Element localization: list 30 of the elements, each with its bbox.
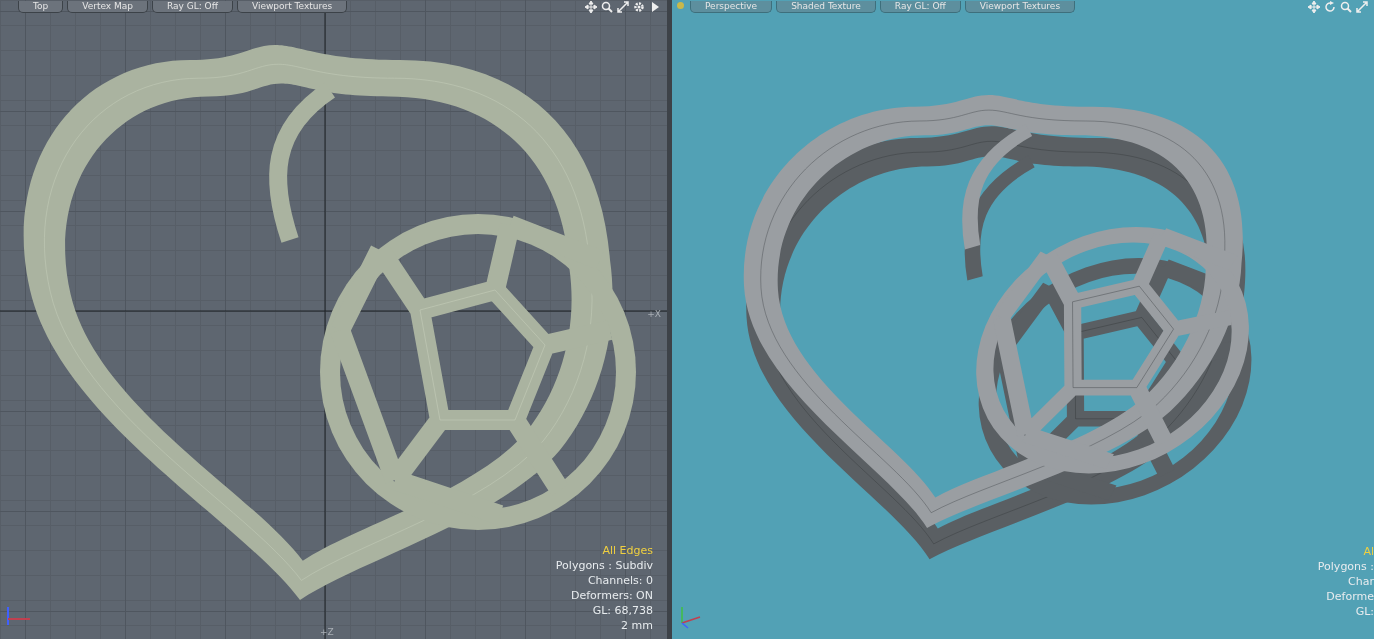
selection-mode-label: Al	[1363, 544, 1374, 559]
viewport-tab[interactable]: Top	[18, 0, 64, 13]
selection-mode-label: All Edges	[602, 543, 653, 558]
viewport-tab[interactable]: Vertex Map	[67, 0, 148, 13]
info-line: Char	[1348, 574, 1374, 589]
axis-label: +Z	[320, 627, 334, 637]
viewport-tab[interactable]: Shaded Texture	[776, 0, 876, 13]
viewport-tab[interactable]: Perspective	[690, 0, 773, 13]
move-icon[interactable]	[585, 0, 597, 13]
info-line: Deforme	[1326, 589, 1374, 604]
rotate-icon[interactable]	[1324, 0, 1336, 13]
play-icon[interactable]	[649, 0, 661, 13]
viewport-tab[interactable]: Ray GL: Off	[152, 0, 233, 13]
viewport[interactable]: Top Vertex Map Ray GL: Off Viewport Textures +X +Z All Edges Polygons : Subdiv Channels: 0 Deformers: ON GL: 68,738 2 mm	[0, 0, 667, 639]
viewport-status-icon	[677, 2, 684, 9]
info-line: 2 mm	[621, 618, 653, 633]
info-line: Polygons : Subdiv	[555, 558, 653, 573]
info-line: Deformers: ON	[571, 588, 653, 603]
maximize-icon[interactable]	[617, 0, 629, 13]
info-line: GL: 68,738	[592, 603, 653, 618]
viewport[interactable]: Perspective Shaded Texture Ray GL: Off Viewport Textures Al Polygons : Char Deforme GL:	[672, 0, 1374, 639]
viewport-tab[interactable]: Viewport Textures	[964, 0, 1076, 13]
info-line: Channels: 0	[587, 573, 653, 588]
viewport-tab[interactable]: Ray GL: Off	[879, 0, 961, 13]
axis-label: +X	[647, 309, 661, 319]
info-line: GL:	[1355, 604, 1374, 619]
settings-icon[interactable]	[633, 0, 645, 13]
viewport-tab[interactable]: Viewport Textures	[236, 0, 348, 13]
search-icon[interactable]	[601, 0, 613, 13]
info-line: Polygons :	[1317, 559, 1374, 574]
